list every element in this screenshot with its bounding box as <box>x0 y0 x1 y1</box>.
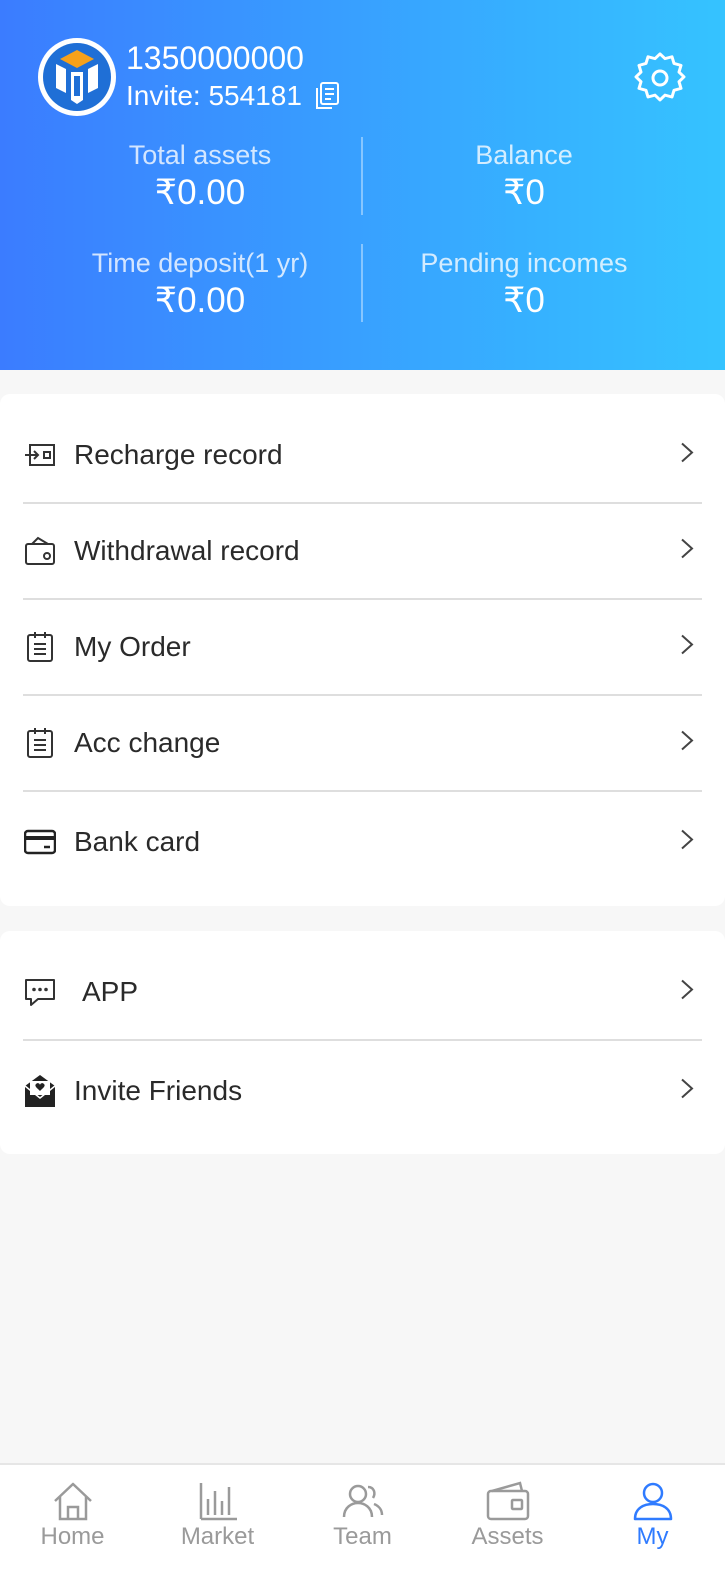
chevron-right-icon <box>680 829 694 856</box>
clipboard-icon <box>23 630 57 664</box>
copy-icon[interactable] <box>314 82 340 110</box>
total-assets-value: ₹0.00 <box>154 173 246 212</box>
menu-item-withdrawal-record[interactable]: Withdrawal record <box>23 504 702 600</box>
tab-market[interactable]: Market <box>145 1465 290 1571</box>
tab-home[interactable]: Home <box>0 1465 145 1571</box>
time-deposit-stat: Time deposit(1 yr) ₹0.00 <box>50 248 350 321</box>
invite-code: Invite: 554181 <box>126 80 340 112</box>
pending-incomes-stat: Pending incomes ₹0 <box>374 248 674 321</box>
chevron-right-icon <box>680 979 694 1006</box>
wallet-icon <box>486 1481 529 1521</box>
chevron-right-icon <box>680 442 694 469</box>
clipboard-icon <box>23 726 57 760</box>
menu-item-label: Invite Friends <box>74 1075 243 1106</box>
credit-card-icon <box>23 825 57 859</box>
profile-header: 1350000000 Invite: 554181 Total assets ₹… <box>0 0 725 370</box>
menu-item-my-order[interactable]: My Order <box>23 600 702 696</box>
chat-icon <box>23 975 57 1009</box>
time-deposit-value: ₹0.00 <box>154 281 246 320</box>
menu-item-label: APP <box>82 976 139 1007</box>
tab-assets[interactable]: Assets <box>435 1465 580 1571</box>
tab-label: Home <box>40 1523 105 1550</box>
stat-divider <box>361 244 363 322</box>
tab-team[interactable]: Team <box>290 1465 435 1571</box>
total-assets-label: Total assets <box>128 140 272 170</box>
wallet-icon <box>23 534 57 568</box>
pending-incomes-label: Pending incomes <box>420 248 628 278</box>
menu-item-invite-friends[interactable]: Invite Friends <box>23 1043 702 1139</box>
menu-item-acc-change[interactable]: Acc change <box>23 696 702 792</box>
chevron-right-icon <box>680 730 694 757</box>
chevron-right-icon <box>680 634 694 661</box>
tab-label: Team <box>333 1523 392 1550</box>
chevron-right-icon <box>680 1078 694 1105</box>
envelope-heart-icon <box>23 1074 57 1108</box>
home-icon <box>53 1482 92 1521</box>
bottom-tab-bar: Home Market Team Assets My <box>0 1463 725 1571</box>
logo-icon <box>40 40 114 114</box>
balance-label: Balance <box>475 140 573 170</box>
menu-item-app[interactable]: APP <box>23 945 702 1041</box>
invite-label: Invite: 554181 <box>126 80 302 111</box>
tab-my[interactable]: My <box>580 1465 725 1571</box>
menu-item-label: Withdrawal record <box>74 535 300 566</box>
menu-item-label: Recharge record <box>74 439 283 470</box>
extras-menu-card: APP Invite Friends <box>0 931 725 1154</box>
menu-item-label: My Order <box>74 631 191 662</box>
balance-stat: Balance ₹0 <box>374 140 674 213</box>
menu-item-bank-card[interactable]: Bank card <box>23 794 702 890</box>
user-icon <box>633 1482 672 1521</box>
time-deposit-label: Time deposit(1 yr) <box>91 248 309 278</box>
menu-item-label: Bank card <box>74 826 201 857</box>
menu-item-recharge-record[interactable]: Recharge record <box>23 408 702 504</box>
records-menu-card: Recharge record Withdrawal record My Ord… <box>0 394 725 906</box>
chevron-right-icon <box>680 538 694 565</box>
balance-value: ₹0 <box>503 173 545 212</box>
bar-chart-icon <box>199 1483 237 1521</box>
total-assets-stat: Total assets ₹0.00 <box>50 140 350 213</box>
menu-item-label: Acc change <box>74 727 221 758</box>
pending-incomes-value: ₹0 <box>503 281 545 320</box>
tab-label: Market <box>180 1523 255 1550</box>
tab-label: Assets <box>471 1523 544 1550</box>
tab-label: My <box>636 1523 669 1550</box>
team-icon <box>342 1484 383 1518</box>
user-phone: 1350000000 <box>126 40 304 76</box>
recharge-icon <box>23 438 57 472</box>
avatar[interactable] <box>38 38 116 116</box>
settings-gear-icon[interactable] <box>634 52 686 104</box>
stat-divider <box>361 137 363 215</box>
